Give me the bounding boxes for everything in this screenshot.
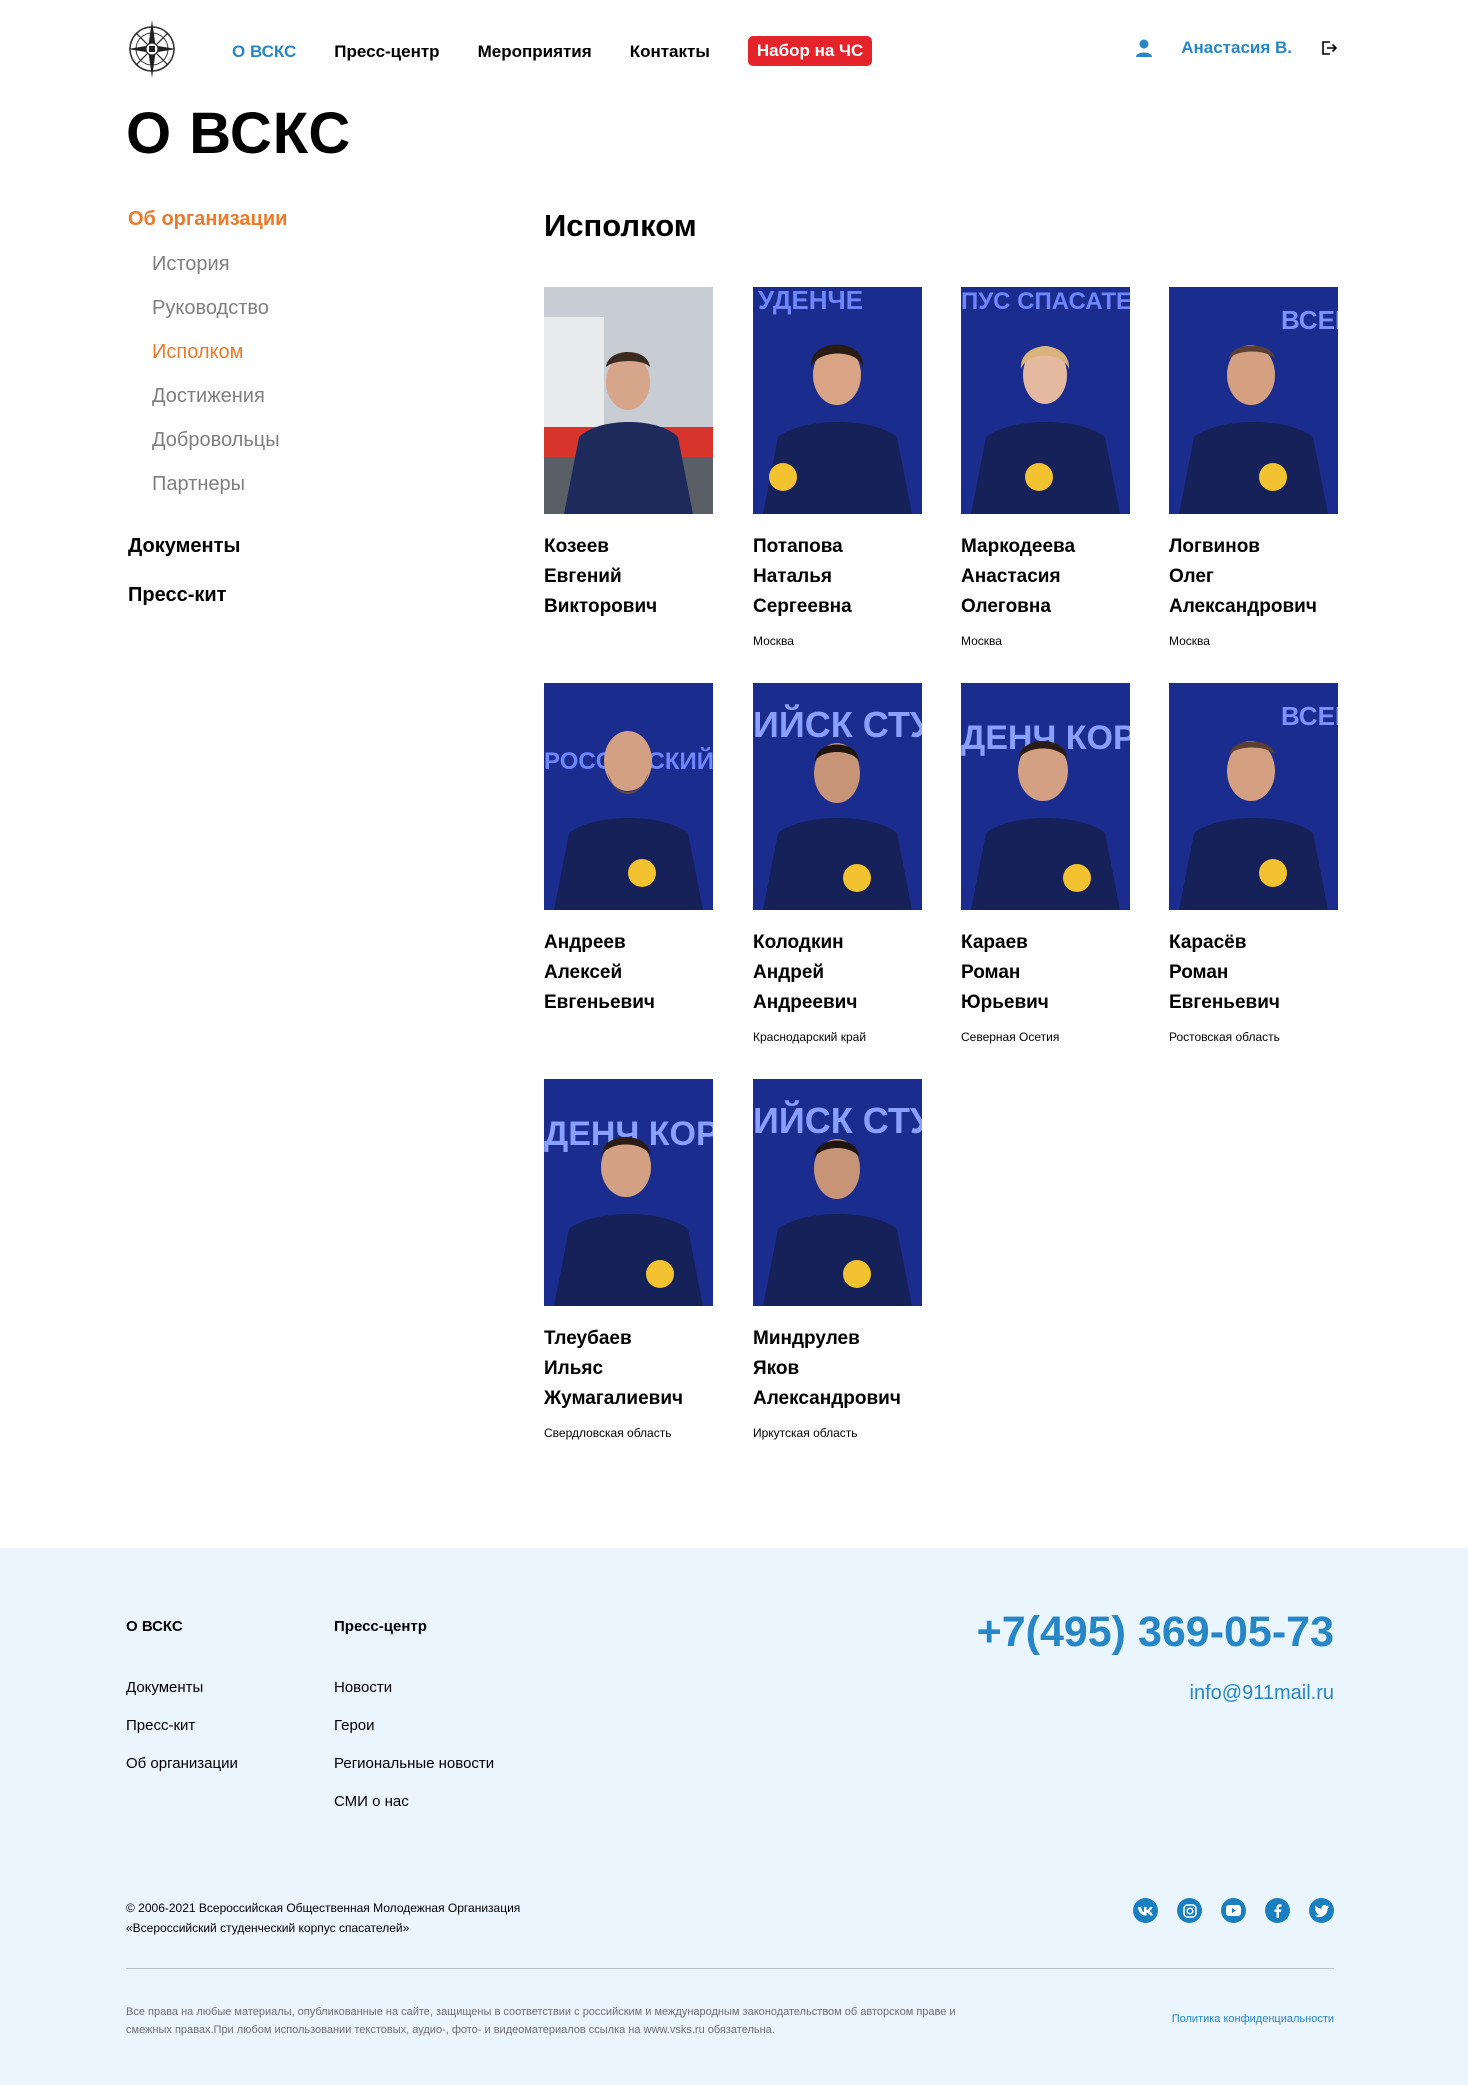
footer-link-about-org[interactable]: Об организации <box>126 1755 238 1793</box>
member-region: Москва <box>961 634 1002 648</box>
member-name: Колодкин Андрей Андреевич <box>753 932 858 1013</box>
member-card[interactable]: ИЙСК СТУ Колодкин Андрей Андреевич Красн… <box>753 683 923 1044</box>
sidebar-section-about-org[interactable]: Об организации <box>128 208 428 231</box>
member-card[interactable]: ДЕНЧ КОР Караев Роман Юрьевич Северная О… <box>961 683 1131 1044</box>
svg-text:УДЕНЧЕ: УДЕНЧЕ <box>758 287 863 315</box>
footer-phone[interactable]: +7(495) 369-05-73 <box>977 1608 1334 1657</box>
footer-copyright: © 2006-2021 Всероссийская Общественная М… <box>126 1901 521 1935</box>
member-region: Москва <box>1169 634 1210 648</box>
user-block: Анастасия В. <box>1135 38 1338 58</box>
member-photo[interactable]: ИЙСК СТУ <box>753 1079 922 1306</box>
member-region: Северная Осетия <box>961 1030 1060 1044</box>
member-region: Краснодарский край <box>753 1030 867 1044</box>
member-photo[interactable]: ДЕНЧ КОР <box>961 683 1130 910</box>
member-name: Андреев Алексей Евгеньевич <box>544 932 655 1013</box>
member-name: Карасёв Роман Евгеньевич <box>1169 932 1280 1013</box>
svg-text:ВСЕРО: ВСЕРО <box>1281 701 1338 731</box>
footer-heading-about[interactable]: О ВСКС <box>126 1618 238 1635</box>
member-card[interactable]: РОССИЙСКИЙ СТУД Андреев Алексей Евгеньев… <box>544 683 714 1018</box>
youtube-icon[interactable] <box>1221 1898 1246 1923</box>
member-name: Козеев Евгений Викторович <box>544 536 658 617</box>
page-title: О ВСКС <box>126 101 352 166</box>
sidebar-section-press-kit[interactable]: Пресс-кит <box>128 584 428 607</box>
member-card[interactable]: ИЙСК СТУ Миндрулев Яков Александрович Ир… <box>753 1079 923 1440</box>
footer-rights: Все права на любые материалы, опубликова… <box>126 2006 956 2036</box>
sidebar-sublist: История Руководство Исполком Достижения … <box>128 253 428 517</box>
site-header: О ВСКС Пресс-центр Мероприятия Контакты … <box>0 0 1468 100</box>
svg-text:ВСЕРО: ВСЕРО <box>1281 305 1338 335</box>
member-photo[interactable]: ПУС СПАСАТЕ <box>961 287 1130 514</box>
member-photo[interactable]: ВСЕРО <box>1169 287 1338 514</box>
member-card[interactable]: ДЕНЧ КОР Тлеубаев Ильяс Жумагалиевич Све… <box>544 1079 714 1440</box>
member-region: Свердловская область <box>544 1426 672 1440</box>
nav-item-emergency-recruitment[interactable]: Набор на ЧС <box>747 36 873 66</box>
nav-item-contacts[interactable]: Контакты <box>630 42 710 62</box>
footer-email[interactable]: info@911mail.ru <box>1190 1682 1334 1705</box>
member-photo[interactable]: УДЕНЧЕ <box>753 287 922 514</box>
user-icon[interactable] <box>1135 38 1153 58</box>
site-footer: О ВСКС Документы Пресс-кит Об организаци… <box>0 1548 1468 2085</box>
member-region: Москва <box>753 634 794 648</box>
member-photo[interactable]: ДЕНЧ КОР <box>544 1079 713 1306</box>
sidebar-item-partners[interactable]: Партнеры <box>128 473 428 517</box>
member-region: Ростовская область <box>1169 1030 1280 1044</box>
footer-link-press-kit[interactable]: Пресс-кит <box>126 1717 238 1755</box>
member-name: Тлеубаев Ильяс Жумагалиевич <box>544 1328 684 1409</box>
member-name: Миндрулев Яков Александрович <box>753 1328 901 1409</box>
member-name: Логвинов Олег Александрович <box>1169 536 1317 617</box>
member-name: Маркодеева Анастасия Олеговна <box>961 536 1076 617</box>
footer-heading-press[interactable]: Пресс-центр <box>334 1618 494 1635</box>
nav-item-events[interactable]: Мероприятия <box>478 42 592 62</box>
footer-link-documents[interactable]: Документы <box>126 1679 238 1717</box>
member-card[interactable]: ВСЕРО Логвинов Олег Александрович Москва <box>1169 287 1339 648</box>
sidebar-section-documents[interactable]: Документы <box>128 535 428 558</box>
sidebar-item-executive-committee[interactable]: Исполком <box>128 341 428 385</box>
privacy-policy-link[interactable]: Политика конфиденциальности <box>1172 2013 1334 2025</box>
member-card[interactable]: Козеев Евгений Викторович <box>544 287 714 622</box>
svg-text:ИЙСК СТУ: ИЙСК СТУ <box>753 1099 922 1141</box>
member-name: Караев Роман Юрьевич <box>961 932 1049 1013</box>
member-card[interactable]: ПУС СПАСАТЕ Маркодеева Анастасия Олеговн… <box>961 287 1131 648</box>
vsks-logo-icon[interactable] <box>126 18 178 80</box>
vk-icon[interactable] <box>1133 1898 1158 1923</box>
member-photo[interactable]: ИЙСК СТУ <box>753 683 922 910</box>
svg-text:ИЙСК СТУ: ИЙСК СТУ <box>753 703 922 745</box>
footer-link-media-about-us[interactable]: СМИ о нас <box>334 1793 494 1831</box>
nav-item-about[interactable]: О ВСКС <box>232 42 296 62</box>
social-links <box>1114 1898 1334 1923</box>
member-name: Потапова Наталья Сергеевна <box>753 536 852 617</box>
footer-col-about: О ВСКС Документы Пресс-кит Об организаци… <box>126 1618 238 1793</box>
sidebar-item-volunteers[interactable]: Добровольцы <box>128 429 428 473</box>
footer-link-news[interactable]: Новости <box>334 1679 494 1717</box>
main-nav: О ВСКС Пресс-центр Мероприятия Контакты … <box>232 36 910 66</box>
section-title: Исполком <box>544 208 697 243</box>
footer-link-heroes[interactable]: Герои <box>334 1717 494 1755</box>
member-card[interactable]: ВСЕРО Карасёв Роман Евгеньевич Ростовска… <box>1169 683 1339 1044</box>
member-photo[interactable]: РОССИЙСКИЙ СТУД <box>544 683 713 910</box>
sidebar-item-history[interactable]: История <box>128 253 428 297</box>
member-card[interactable]: УДЕНЧЕ Потапова Наталья Сергеевна Москва <box>753 287 923 648</box>
sidebar: Об организации История Руководство Испол… <box>128 208 428 625</box>
sidebar-item-leadership[interactable]: Руководство <box>128 297 428 341</box>
logout-icon[interactable] <box>1320 39 1338 57</box>
footer-col-press: Пресс-центр Новости Герои Региональные н… <box>334 1618 494 1831</box>
sidebar-item-achievements[interactable]: Достижения <box>128 385 428 429</box>
facebook-icon[interactable] <box>1265 1898 1290 1923</box>
user-name-link[interactable]: Анастасия В. <box>1181 38 1292 58</box>
twitter-icon[interactable] <box>1309 1898 1334 1923</box>
instagram-icon[interactable] <box>1177 1898 1202 1923</box>
svg-text:ПУС СПАСАТЕ: ПУС СПАСАТЕ <box>961 288 1130 315</box>
nav-item-press-center[interactable]: Пресс-центр <box>334 42 439 62</box>
footer-divider <box>126 1968 1334 1969</box>
member-photo[interactable] <box>544 287 713 514</box>
footer-link-regional-news[interactable]: Региональные новости <box>334 1755 494 1793</box>
member-region: Иркутская область <box>753 1426 858 1440</box>
member-photo[interactable]: ВСЕРО <box>1169 683 1338 910</box>
